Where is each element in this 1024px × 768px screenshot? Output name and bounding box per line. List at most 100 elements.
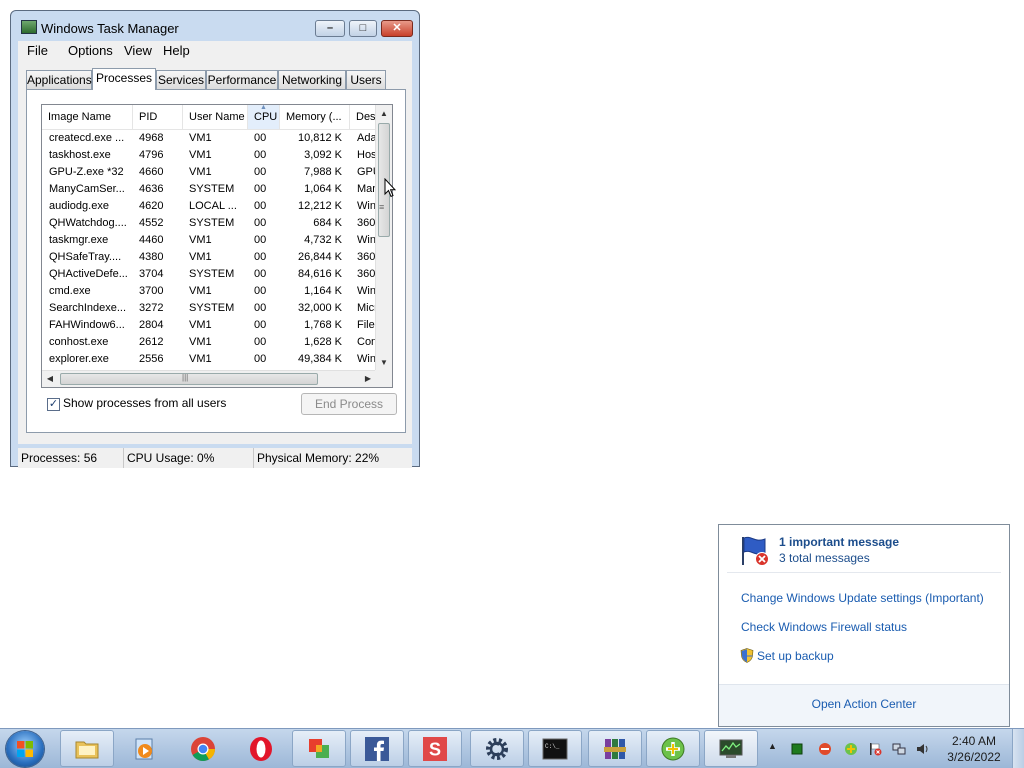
taskbar-cheat-engine[interactable] xyxy=(470,730,524,767)
vertical-scrollbar[interactable]: ▲ ≡ ▼ xyxy=(375,105,392,371)
column-cpu-label: CPU xyxy=(254,111,278,123)
taskbar-chrome[interactable] xyxy=(176,730,230,767)
minimize-button[interactable]: – xyxy=(315,20,345,37)
cell-pid: 2612 xyxy=(139,336,164,348)
cell-pid: 4620 xyxy=(139,200,164,212)
table-row[interactable]: ManyCamSer... 4636 SYSTEM 00 1,064 K Man xyxy=(42,181,377,198)
winrar-icon xyxy=(604,739,626,759)
taskbar-facebook[interactable] xyxy=(350,730,404,767)
volume-icon[interactable] xyxy=(916,742,930,756)
taskbar-opera[interactable] xyxy=(234,730,288,767)
table-row[interactable]: FAHWindow6... 2804 VM1 00 1,768 K File xyxy=(42,317,376,334)
taskbar-cmd[interactable]: C:\_ xyxy=(528,730,582,767)
taskbar-winrar[interactable] xyxy=(588,730,642,767)
check-firewall-link[interactable]: Check Windows Firewall status xyxy=(741,620,907,634)
close-button[interactable]: ✕ xyxy=(381,20,413,37)
action-center-flag-tray-icon[interactable] xyxy=(868,742,882,756)
cell-pid: 4660 xyxy=(139,166,164,178)
menu-options[interactable]: Options xyxy=(68,43,113,58)
tray-green-chip-icon[interactable] xyxy=(790,742,804,756)
taskbar-s-app[interactable]: S xyxy=(408,730,462,767)
taskbar-task-manager[interactable] xyxy=(704,730,758,767)
network-icon[interactable] xyxy=(892,742,906,756)
column-cpu[interactable]: ▲ CPU xyxy=(248,105,280,129)
processes-panel: Image Name PID User Name ▲ CPU Memory (.… xyxy=(26,89,406,433)
menu-help[interactable]: Help xyxy=(163,43,190,58)
tray-stop-icon[interactable] xyxy=(818,742,832,756)
cell-user-name: VM1 xyxy=(189,149,212,161)
maximize-button[interactable]: □ xyxy=(349,20,377,37)
cell-cpu: 00 xyxy=(254,132,267,144)
table-row[interactable]: explorer.exe 2556 VM1 00 49,384 K Win xyxy=(42,351,376,368)
open-action-center-link[interactable]: Open Action Center xyxy=(719,697,1009,711)
table-row[interactable]: SearchIndexe... 3272 SYSTEM 00 32,000 K Micr xyxy=(42,300,377,317)
column-description[interactable]: Des xyxy=(350,105,376,129)
cell-cpu: 00 xyxy=(254,251,267,263)
taskbar-office[interactable] xyxy=(292,730,346,767)
tab-services[interactable]: Services xyxy=(156,70,206,89)
horizontal-scroll-thumb[interactable] xyxy=(60,373,318,385)
table-row[interactable]: taskhost.exe 4796 VM1 00 3,092 K Hos xyxy=(42,147,377,164)
cell-pid: 4796 xyxy=(139,149,164,161)
tab-applications[interactable]: Applications xyxy=(26,70,92,89)
tab-users[interactable]: Users xyxy=(346,70,386,89)
change-windows-update-link[interactable]: Change Windows Update settings (Importan… xyxy=(741,591,984,605)
table-row[interactable]: taskmgr.exe 4460 VM1 00 4,732 K Win xyxy=(42,232,376,249)
horizontal-scrollbar[interactable]: ◀ ||| ▶ xyxy=(42,370,376,387)
cell-cpu: 00 xyxy=(254,285,267,297)
scroll-right-arrow-icon[interactable]: ▶ xyxy=(360,371,376,387)
cell-user-name: VM1 xyxy=(189,132,212,144)
clock-time: 2:40 AM xyxy=(951,734,997,748)
gear-icon xyxy=(486,738,508,760)
column-image-name[interactable]: Image Name xyxy=(42,105,133,129)
taskbar-media-player[interactable] xyxy=(118,730,172,767)
table-row[interactable]: cmd.exe 3700 VM1 00 1,164 K Win xyxy=(42,283,376,300)
table-row[interactable]: audiodg.exe 4620 LOCAL ... 00 12,212 K Win xyxy=(42,198,376,215)
column-pid[interactable]: PID xyxy=(133,105,183,129)
important-message-link[interactable]: 1 important message xyxy=(779,535,899,549)
taskbar-windows-explorer[interactable] xyxy=(60,730,114,767)
table-row[interactable]: QHWatchdog.... 4552 SYSTEM 00 684 K 360 xyxy=(42,215,376,232)
end-process-button[interactable]: End Process xyxy=(301,393,397,415)
show-desktop-button[interactable] xyxy=(1012,729,1024,768)
table-row[interactable]: conhost.exe 2612 VM1 00 1,628 K Con xyxy=(42,334,377,351)
table-row[interactable]: QHActiveDefe... 3704 SYSTEM 00 84,616 K 360 xyxy=(42,266,376,283)
show-all-users-checkbox[interactable]: ✓ xyxy=(47,398,60,411)
cell-memory: 3,092 K xyxy=(304,149,342,161)
show-all-users-label[interactable]: Show processes from all users xyxy=(63,396,226,410)
taskbar-plus-app[interactable] xyxy=(646,730,700,767)
cell-description: GPU xyxy=(357,166,377,178)
menu-file[interactable]: File xyxy=(27,43,48,58)
title-bar[interactable]: Windows Task Manager – □ ✕ xyxy=(11,11,419,41)
scroll-up-arrow-icon[interactable]: ▲ xyxy=(376,105,392,122)
tab-networking[interactable]: Networking xyxy=(278,70,346,89)
tray-plus-icon[interactable] xyxy=(844,742,858,756)
tab-performance[interactable]: Performance xyxy=(206,70,278,89)
column-user-name[interactable]: User Name xyxy=(183,105,248,129)
task-manager-icon xyxy=(21,20,37,34)
table-row[interactable]: GPU-Z.exe *32 4660 VM1 00 7,988 K GPU xyxy=(42,164,377,181)
total-messages-link[interactable]: 3 total messages xyxy=(779,551,870,565)
start-button[interactable] xyxy=(6,731,44,767)
scroll-corner xyxy=(375,370,392,387)
taskbar-clock[interactable]: 2:40 AM 3/26/2022 xyxy=(944,733,1004,765)
cell-description: Win xyxy=(357,353,376,365)
tab-processes[interactable]: Processes xyxy=(92,68,156,90)
process-list[interactable]: Image Name PID User Name ▲ CPU Memory (.… xyxy=(41,104,393,388)
cell-pid: 4380 xyxy=(139,251,164,263)
menu-view[interactable]: View xyxy=(124,43,152,58)
window-client: Applications Processes Services Performa… xyxy=(18,61,412,444)
folder-icon xyxy=(75,741,99,759)
table-row[interactable]: QHSafeTray.... 4380 VM1 00 26,844 K 360 xyxy=(42,249,376,266)
column-memory[interactable]: Memory (... xyxy=(280,105,350,129)
scroll-down-arrow-icon[interactable]: ▼ xyxy=(376,354,392,371)
table-row[interactable]: createcd.exe ... 4968 VM1 00 10,812 K Ada xyxy=(42,130,377,147)
cell-user-name: SYSTEM xyxy=(189,268,235,280)
cell-user-name: SYSTEM xyxy=(189,302,235,314)
cell-image-name: explorer.exe xyxy=(49,353,109,365)
scroll-left-arrow-icon[interactable]: ◀ xyxy=(42,371,58,387)
media-player-icon xyxy=(135,738,153,760)
set-up-backup-link[interactable]: Set up backup xyxy=(757,649,834,663)
show-hidden-icons-arrow-icon[interactable]: ▲ xyxy=(768,741,782,755)
cell-pid: 4460 xyxy=(139,234,164,246)
